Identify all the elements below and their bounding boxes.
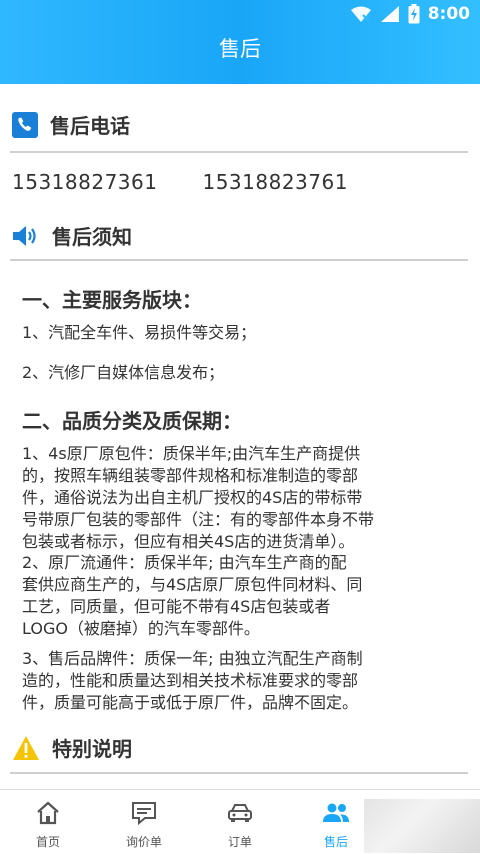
status-bar: 8:00 xyxy=(0,0,480,28)
phone-icon xyxy=(12,111,38,138)
quality-paragraph-line: 3、售后品牌件：质保一年; 由独立汽配生产商制 xyxy=(22,649,363,668)
car-icon xyxy=(228,804,252,822)
phone-number-2[interactable]: 15318823761 xyxy=(202,170,347,194)
tab-inquiry[interactable]: 询价单 xyxy=(96,790,192,854)
tab-orders-label: 订单 xyxy=(227,835,252,849)
service-item-1: 1、汽配全车件、易损件等交易； xyxy=(22,323,257,342)
message-icon xyxy=(132,802,156,826)
quality-paragraph-1: 1、4s原厂原包件：质保半年;由汽车生产商提供 的，按照车辆组装零部件规格和标准… xyxy=(22,443,452,553)
tab-orders[interactable]: 订单 xyxy=(192,790,288,854)
heading-quality: 二、品质分类及质保期： xyxy=(22,409,242,433)
quality-paragraph-line: 件，质量可能高于或低于原厂件，品牌不固定。 xyxy=(22,693,359,712)
signal-icon xyxy=(380,6,399,22)
quality-paragraph-line: 1、4s原厂原包件：质保半年;由汽车生产商提供 xyxy=(22,444,361,463)
section-notice-title: 售后须知 xyxy=(12,221,132,250)
quality-paragraph-line: 件，通俗说法为出自主机厂授权的4S店的带标带 xyxy=(22,488,363,507)
header-bar: 8:00 售后 xyxy=(0,0,480,84)
section-phone-title: 售后电话 xyxy=(12,110,130,139)
section-special-label: 特别说明 xyxy=(52,737,132,761)
quality-paragraph-line: 号带原厂包装的零部件（注：有的零部件本身不带 xyxy=(22,510,375,529)
quality-paragraph-line: 包装或者标示，但应有相关4S店的进货清单）。 xyxy=(22,532,355,551)
quality-paragraph-line: 的，按照车辆组装零部件规格和标准制造的零部 xyxy=(22,466,359,485)
quality-paragraph-2: 2、原厂流通件：质保半年; 由汽车生产商的配 套供应商生产的，与4S店原厂原包件… xyxy=(22,552,452,640)
tab-home[interactable]: 首页 xyxy=(0,790,96,854)
section-special-title: 特别说明 xyxy=(12,733,132,762)
divider xyxy=(10,259,468,261)
people-icon xyxy=(323,803,349,822)
quality-paragraph-line: 造的，性能和质量达到相关技术标准要求的零部 xyxy=(22,671,359,690)
quality-paragraph-line: 套供应商生产的，与4S店原厂原包件同材料、同 xyxy=(22,575,363,594)
phone-numbers: 15318827361 15318823761 xyxy=(12,170,348,194)
divider xyxy=(10,772,468,774)
home-icon xyxy=(37,801,59,825)
wifi-off-icon xyxy=(350,6,371,22)
heading-service: 一、主要服务版块： xyxy=(22,288,202,312)
speaker-icon xyxy=(13,225,36,246)
divider xyxy=(10,151,468,153)
section-phone-label: 售后电话 xyxy=(50,114,130,138)
quality-paragraph-line: 工艺，同质量，但可能不带有4S店包装或者 xyxy=(22,597,331,616)
tab-home-label: 首页 xyxy=(35,835,60,849)
status-icons: 8:00 xyxy=(350,3,470,25)
tab-inquiry-label: 询价单 xyxy=(125,835,162,849)
phone-number-1[interactable]: 15318827361 xyxy=(12,170,157,194)
quality-paragraph-line: LOGO（被磨掉）的汽车零部件。 xyxy=(22,619,260,638)
page-title: 售后 xyxy=(219,37,261,61)
battery-charging-icon xyxy=(408,4,420,24)
quality-paragraph-line: 2、原厂流通件：质保半年; 由汽车生产商的配 xyxy=(22,553,347,572)
service-item-2: 2、汽修厂自媒体信息发布； xyxy=(22,363,225,382)
corner-overlay xyxy=(364,799,480,853)
section-notice-label: 售后须知 xyxy=(52,225,132,249)
quality-paragraph-3: 3、售后品牌件：质保一年; 由独立汽配生产商制 造的，性能和质量达到相关技术标准… xyxy=(22,648,452,714)
warning-icon xyxy=(13,735,39,760)
status-time: 8:00 xyxy=(427,4,470,24)
